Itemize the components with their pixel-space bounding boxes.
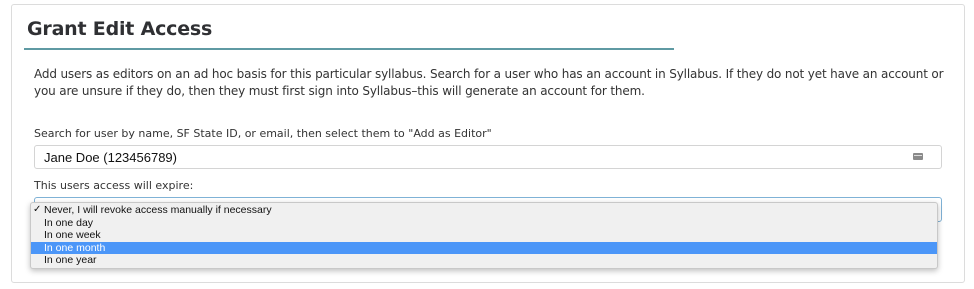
section-title: Grant Edit Access [27, 18, 213, 40]
checkmark-icon: ✓ [33, 204, 42, 215]
search-label: Search for user by name, SF State ID, or… [34, 127, 492, 140]
id-card-icon [913, 153, 923, 160]
user-search-input[interactable]: Jane Doe (123456789) [34, 145, 942, 169]
expire-option-never[interactable]: ✓ Never, I will revoke access manually i… [31, 204, 937, 217]
search-input-value: Jane Doe (123456789) [44, 150, 177, 165]
section-description: Add users as editors on an ad hoc basis … [34, 67, 944, 98]
title-underline [24, 48, 674, 50]
expire-option-day[interactable]: In one day [31, 217, 937, 230]
expire-label: This users access will expire: [34, 179, 194, 192]
expire-dropdown-menu: ✓ Never, I will revoke access manually i… [30, 202, 938, 269]
expire-option-year[interactable]: In one year [31, 254, 937, 267]
expire-option-month[interactable]: In one month [31, 241, 937, 254]
expire-option-week[interactable]: In one week [31, 229, 937, 242]
